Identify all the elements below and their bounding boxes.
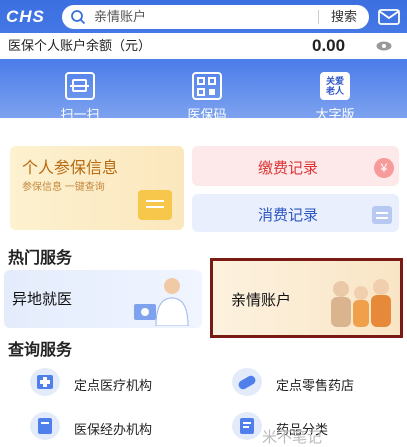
payment-record-card[interactable]: 缴费记录 ¥ xyxy=(192,146,399,186)
family-illustration xyxy=(331,279,391,327)
balance-label: 医保个人账户余额（元） xyxy=(8,38,152,53)
hot-services-title: 热门服务 xyxy=(8,250,73,267)
qr-code-icon xyxy=(192,72,222,100)
office-icon xyxy=(30,412,60,440)
document-icon xyxy=(138,190,172,220)
consumption-record-title: 消费记录 xyxy=(258,207,319,224)
family-account-card[interactable]: 亲情账户 xyxy=(210,258,403,338)
remote-medical-card[interactable]: 异地就医 xyxy=(4,270,202,328)
family-account-label: 亲情账户 xyxy=(231,292,292,309)
search-bar[interactable]: 亲情账户 搜索 xyxy=(62,5,369,29)
designated-pharmacy-label: 定点零售药店 xyxy=(276,378,355,393)
consumption-record-card[interactable]: 消费记录 xyxy=(192,194,399,232)
scan-icon xyxy=(65,72,95,100)
receipt-icon xyxy=(372,206,392,224)
doctor-illustration xyxy=(134,278,189,326)
list-icon xyxy=(232,412,262,440)
search-input[interactable]: 亲情账户 xyxy=(94,5,146,29)
insurance-office-label: 医保经办机构 xyxy=(74,422,153,437)
insurance-info-title: 个人参保信息 xyxy=(22,160,119,177)
search-button[interactable]: 搜索 xyxy=(317,10,357,24)
large-font-button[interactable]: 关爱 老人 大字版 xyxy=(295,72,375,123)
header-banner: CHS 亲情账户 搜索 医保个人账户余额（元） 0.00 扫一扫 医保码 关爱 … xyxy=(0,0,407,122)
designated-hospital-label: 定点医疗机构 xyxy=(74,378,153,393)
eye-icon[interactable] xyxy=(376,41,392,51)
balance-amount: 0.00 xyxy=(312,36,346,55)
medical-code-label: 医保码 xyxy=(187,107,227,122)
remote-medical-label: 异地就医 xyxy=(12,291,73,308)
large-font-label: 大字版 xyxy=(315,107,355,122)
scan-button[interactable]: 扫一扫 xyxy=(40,72,120,123)
payment-record-title: 缴费记录 xyxy=(258,160,319,177)
watermark: 米不笔记 xyxy=(262,429,323,446)
yen-icon: ¥ xyxy=(374,158,394,178)
hospital-icon xyxy=(30,368,60,396)
elderly-care-icon: 关爱 老人 xyxy=(320,72,350,100)
balance-bar: 医保个人账户余额（元） 0.00 xyxy=(0,33,407,59)
elderly-care-icon-text-top: 关爱 xyxy=(325,76,344,86)
search-icon xyxy=(71,10,86,25)
insurance-info-subtitle: 参保信息 一键查询 xyxy=(22,182,105,193)
query-services-title: 查询服务 xyxy=(8,342,73,359)
insurance-info-card[interactable]: 个人参保信息 参保信息 一键查询 xyxy=(10,146,184,230)
scan-label: 扫一扫 xyxy=(60,107,100,122)
medical-code-button[interactable]: 医保码 xyxy=(167,72,247,123)
chs-logo: CHS xyxy=(6,7,45,26)
elderly-care-icon-text-bottom: 老人 xyxy=(325,86,344,96)
pill-icon xyxy=(232,368,262,396)
mail-icon[interactable] xyxy=(378,9,400,25)
